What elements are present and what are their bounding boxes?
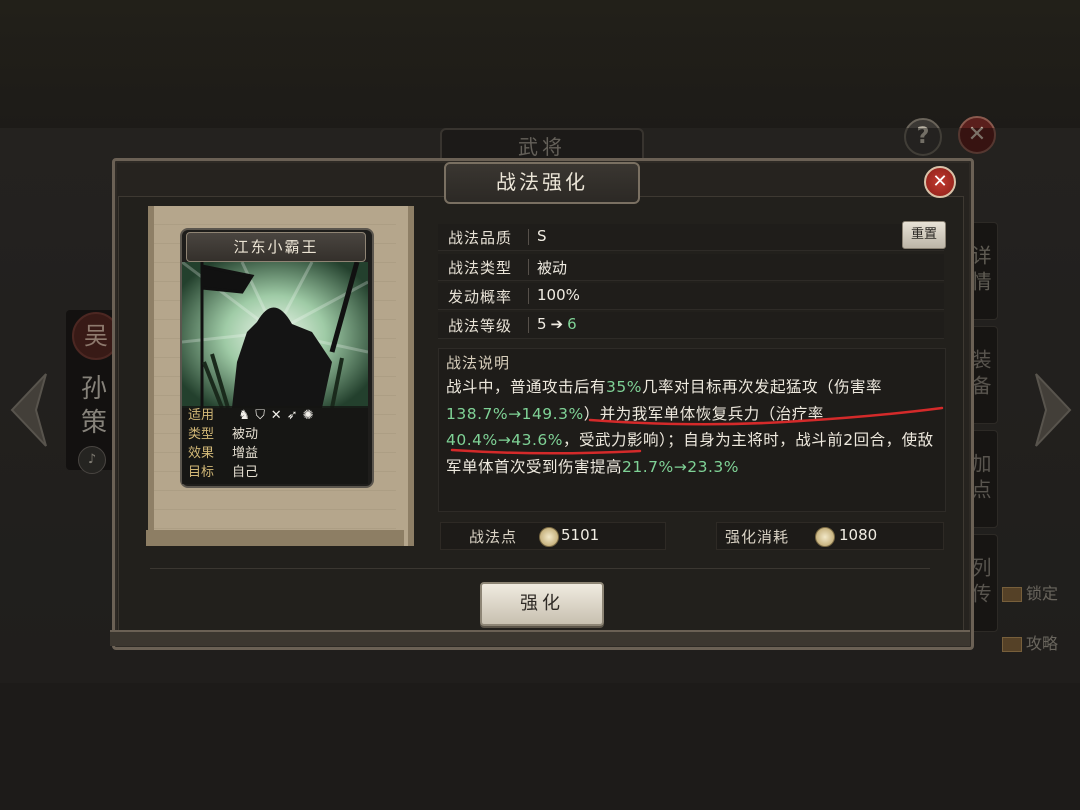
cavalry-icon: ♞ <box>238 408 250 423</box>
level-from: 5 <box>537 315 547 333</box>
background-top <box>0 0 1080 128</box>
enhance-cost-label: 强化消耗 <box>725 528 790 546</box>
level-value: 5 ➔ 6 <box>537 315 577 333</box>
stat-key: 适用 <box>188 408 215 423</box>
desc-value: 21.7%→23.3% <box>622 457 739 476</box>
bow-icon: ✕ <box>270 408 282 423</box>
desc-segment: 战斗中，普通攻击后有 <box>446 378 607 396</box>
level-to: 6 <box>567 315 577 333</box>
scroll-roller <box>146 530 404 546</box>
stat-value: 增益 <box>232 446 259 461</box>
description-label: 战法说明 <box>446 354 511 372</box>
desc-value: 40.4%→43.6% <box>446 431 563 450</box>
stat-row-type: 类型 被动 <box>188 427 258 443</box>
info-key: 发动概率 <box>448 288 513 306</box>
reset-button[interactable]: 重置 <box>902 221 946 249</box>
desc-segment: 几率对目标再次发起猛攻（伤害率 <box>641 378 882 396</box>
info-key: 战法品质 <box>448 229 513 247</box>
shield-icon: ⛉ <box>255 408 266 423</box>
close-icon[interactable]: ✕ <box>924 166 956 198</box>
background-bottom <box>0 683 1080 810</box>
tactic-card-art <box>182 262 368 408</box>
quality-value: S <box>537 227 547 245</box>
modal-title: 战法强化 <box>444 162 640 204</box>
enhance-cost-box: 强化消耗 1080 <box>716 522 944 550</box>
enhance-cost-value: 1080 <box>839 526 878 544</box>
stat-value: 被动 <box>232 427 259 442</box>
stat-value: 自己 <box>232 465 259 480</box>
stat-key: 类型 <box>188 427 215 442</box>
desc-value: 35% <box>606 378 642 396</box>
divider <box>150 568 930 569</box>
info-row-type: 战法类型 被动 <box>438 254 944 281</box>
tactic-points-value: 5101 <box>561 526 600 544</box>
enhance-button[interactable]: 强化 <box>480 582 604 626</box>
wheel-icon: ✺ <box>302 408 314 423</box>
info-row-trigger-rate: 发动概率 100% <box>438 283 944 310</box>
spear-icon: ➶ <box>286 408 298 423</box>
stat-key: 目标 <box>188 465 215 480</box>
tactic-card-stats: 适用 ♞ ⛉ ✕ ➶ ✺ 类型 被动 效果 增益 目标 自己 <box>182 406 368 484</box>
arrow-right-icon: ➔ <box>550 315 564 333</box>
tactic-points-box: 战法点 5101 <box>440 522 666 550</box>
type-value: 被动 <box>537 259 568 277</box>
desc-segment: ）并为我军单体恢复兵力（治疗率 <box>583 404 824 423</box>
description-text: 战斗中，普通攻击后有35%几率对目标再次发起猛攻（伤害率 138.7%→149.3… <box>446 374 940 480</box>
info-key: 战法类型 <box>448 259 513 277</box>
feather-coin-icon <box>539 527 559 547</box>
trigger-rate-value: 100% <box>537 286 580 304</box>
stat-key: 效果 <box>188 446 215 461</box>
stat-row-applicable: 适用 ♞ ⛉ ✕ ➶ ✺ <box>188 408 316 424</box>
tactic-points-label: 战法点 <box>469 528 518 546</box>
info-row-level: 战法等级 5 ➔ 6 <box>438 312 944 339</box>
tactic-name: 江东小霸王 <box>186 232 366 262</box>
stat-row-effect: 效果 增益 <box>188 446 258 462</box>
stat-row-target: 目标 自己 <box>188 465 258 481</box>
desc-value: 138.7%→149.3% <box>446 404 584 423</box>
modal-bottom-frame <box>110 630 970 646</box>
troop-type-icons: ♞ ⛉ ✕ ➶ ✺ <box>236 408 316 424</box>
info-row-quality: 战法品质 S <box>438 224 944 251</box>
info-key: 战法等级 <box>448 317 513 335</box>
feather-coin-icon <box>815 527 835 547</box>
